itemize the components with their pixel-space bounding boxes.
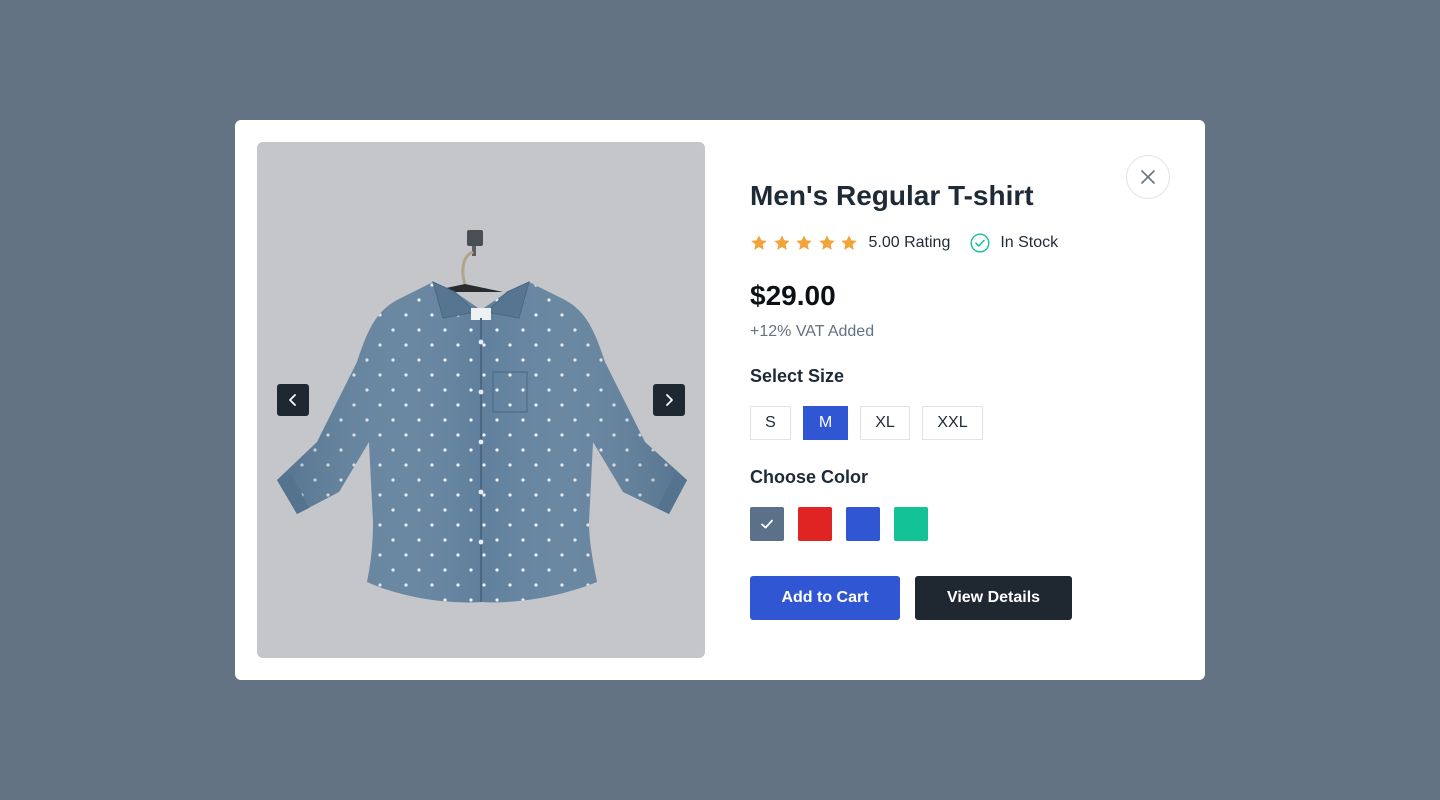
product-title: Men's Regular T-shirt [750, 180, 1034, 211]
check-circle-icon [970, 233, 990, 253]
stock-text: In Stock [1000, 234, 1059, 251]
action-buttons: Add to Cart View Details [750, 576, 1072, 620]
product-image-panel [257, 142, 705, 658]
color-swatch-green[interactable] [894, 507, 928, 541]
size-options: S M XL XXL [750, 406, 995, 440]
star-icon [841, 235, 857, 250]
color-swatch-blue[interactable] [846, 507, 880, 541]
size-option-m[interactable]: M [803, 406, 848, 440]
star-icon [751, 235, 767, 250]
size-option-s[interactable]: S [750, 406, 791, 440]
color-options [750, 507, 942, 541]
product-price: $29.00 [750, 280, 836, 311]
chevron-left-icon [289, 394, 296, 406]
stock-status: In Stock [970, 233, 1058, 253]
product-image [277, 230, 687, 603]
star-icon [773, 235, 790, 250]
color-label: Choose Color [750, 467, 869, 487]
star-icon [818, 235, 835, 250]
star-icon [796, 235, 812, 250]
add-to-cart-button[interactable]: Add to Cart [750, 576, 900, 620]
previous-image-button[interactable] [277, 384, 309, 416]
view-details-button[interactable]: View Details [915, 576, 1072, 620]
size-option-xxl[interactable]: XXL [922, 406, 983, 440]
vat-note: +12% VAT Added [750, 323, 875, 340]
rating-text: 5.00 Rating [868, 234, 951, 251]
color-swatch-red[interactable] [798, 507, 832, 541]
next-image-button[interactable] [653, 384, 685, 416]
rating-stars [750, 234, 863, 252]
close-button[interactable] [1126, 155, 1170, 199]
size-label: Select Size [750, 366, 845, 386]
size-option-xl[interactable]: XL [860, 406, 910, 440]
rating-row: 5.00 Rating In Stock [750, 232, 1058, 254]
quick-view-modal: Men's Regular T-shirt 5.00 Rating In Sto… [235, 120, 1205, 680]
close-icon [1141, 170, 1155, 184]
chevron-right-icon [666, 394, 673, 406]
color-swatch-slate[interactable] [750, 507, 784, 541]
check-icon [761, 519, 773, 529]
